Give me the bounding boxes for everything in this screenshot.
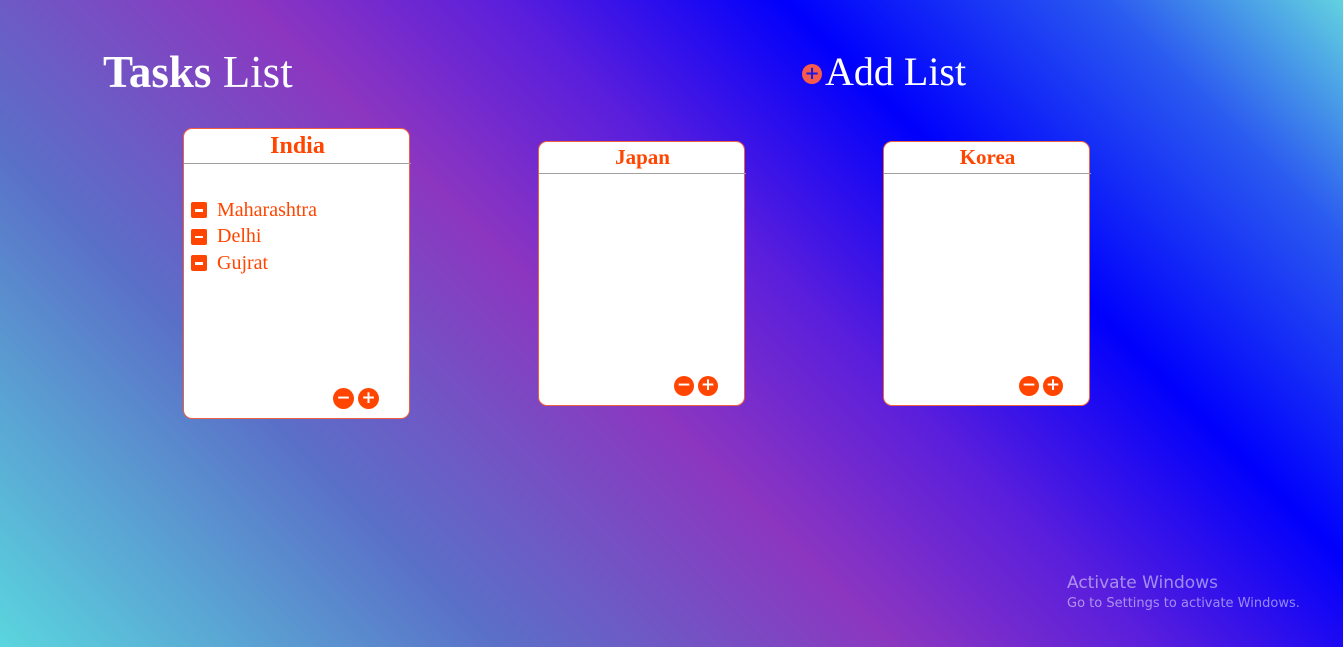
add-list-label: Add List [825, 49, 967, 94]
watermark-line2: Go to Settings to activate Windows. [1067, 596, 1300, 611]
watermark-line1: Activate Windows [1067, 573, 1218, 593]
list-card-india: India Maharashtra Delhi Gujrat − + [183, 128, 411, 419]
list-card-korea: Korea − + [883, 141, 1091, 406]
page-title: Tasks List [103, 46, 293, 98]
plus-circle-icon[interactable]: + [802, 63, 822, 84]
list-item: Maharashtra [184, 197, 409, 224]
remove-item-icon[interactable] [191, 202, 207, 219]
delete-list-button[interactable]: − [1019, 376, 1039, 396]
list-title: Korea [884, 142, 1091, 174]
delete-list-button[interactable]: − [674, 376, 694, 396]
add-item-button[interactable]: + [1043, 376, 1063, 396]
item-label: Gujrat [217, 251, 269, 274]
remove-item-icon[interactable] [191, 255, 207, 272]
add-list-button[interactable]: + Add List [802, 48, 966, 95]
remove-item-icon[interactable] [191, 228, 207, 245]
task-list: Maharashtra Delhi Gujrat [184, 197, 409, 277]
title-rest: List [211, 47, 293, 97]
add-item-button[interactable]: + [698, 376, 718, 396]
add-item-button[interactable]: + [358, 388, 379, 409]
list-item: Delhi [184, 224, 409, 251]
activate-windows-watermark: Activate Windows Go to Settings to activ… [1067, 573, 1300, 611]
item-label: Delhi [217, 225, 262, 248]
list-title: India [184, 129, 411, 164]
title-bold: Tasks [103, 47, 212, 97]
item-label: Maharashtra [217, 198, 317, 221]
delete-list-button[interactable]: − [333, 388, 354, 409]
list-card-japan: Japan − + [538, 141, 746, 406]
list-item: Gujrat [184, 250, 409, 277]
list-title: Japan [539, 142, 746, 174]
